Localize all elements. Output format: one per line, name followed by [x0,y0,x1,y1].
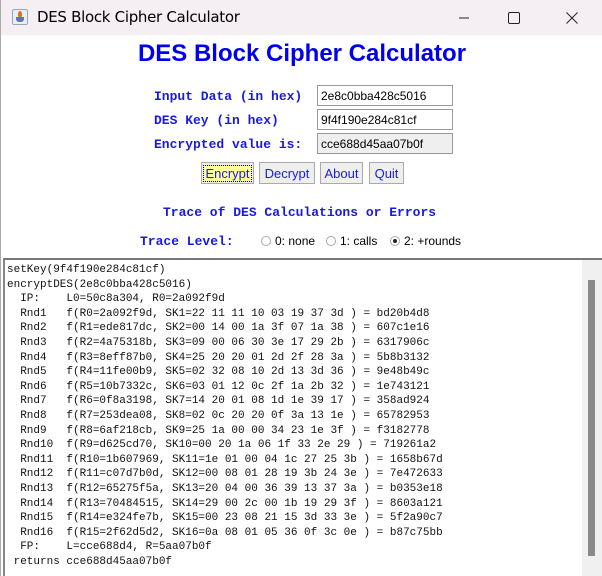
vertical-scrollbar[interactable] [582,260,602,576]
app-window: DES Block Cipher Calculator DES Block Ci… [0,0,602,576]
scrollbar-thumb[interactable] [588,280,595,556]
des-key-field[interactable] [317,109,453,130]
input-data-label: Input Data (in hex) [154,89,303,104]
trace-line: Rnd5 f(R4=11fe00b9, SK5=02 32 08 10 2d 1… [20,366,430,379]
des-key-label: DES Key (in hex) [154,113,279,128]
trace-line: Rnd8 f(R7=253dea08, SK8=02 0c 20 20 0f 3… [20,409,430,422]
trace-line: IP: L0=50c8a304, R0=2a092f9d [20,293,225,306]
encrypted-value-field[interactable] [317,133,453,154]
trace-level-label: Trace Level: [140,234,234,249]
trace-line: Rnd11 f(R10=1b607969, SK11=1e 01 00 04 1… [20,453,443,466]
trace-line: Rnd6 f(R5=10b7332c, SK6=03 01 12 0c 2f 1… [20,380,430,393]
about-button[interactable]: About [320,162,363,184]
trace-level-radio-rounds[interactable]: 2: +rounds [390,234,461,248]
input-data-field[interactable] [317,85,453,106]
radio-button-selected-icon[interactable] [390,236,400,246]
trace-line: Rnd4 f(R3=8eff87b0, SK4=25 20 20 01 2d 2… [20,351,430,364]
trace-line: Rnd1 f(R0=2a092f9d, SK1=22 11 11 10 03 1… [20,307,430,320]
encrypt-button[interactable]: Encrypt [201,162,254,184]
trace-line: Rnd9 f(R8=6af218cb, SK9=25 1a 00 00 34 2… [20,424,430,437]
trace-line: FP: L=cce688d4, R=5aa07b0f [20,541,212,554]
java-app-icon [12,9,28,25]
encrypt-button-label: Encrypt [203,164,252,182]
trace-line: returns cce688d45aa07b0f [7,555,173,568]
trace-line: encryptDES(2e8c0bba428c5016) [7,278,192,291]
trace-line: Rnd15 f(R14=e324fe7b, SK15=00 23 08 21 1… [20,512,443,525]
trace-level-option-label: 0: none [275,234,316,248]
decrypt-button-label: Decrypt [264,165,310,181]
trace-level-radio-none[interactable]: 0: none [261,234,315,248]
maximize-button[interactable] [491,0,537,35]
trace-line: Rnd12 f(R11=c07d7b0d, SK12=00 08 01 28 1… [20,468,443,481]
radio-button-icon[interactable] [326,236,336,246]
close-icon [566,11,578,24]
minimize-icon [459,17,469,18]
trace-output-area[interactable]: setKey(9f4f190e284c81cf) encryptDES(2e8c… [3,258,602,576]
about-button-label: About [324,165,359,181]
decrypt-button[interactable]: Decrypt [259,162,315,184]
trace-level-option-label: 2: +rounds [404,234,462,248]
trace-level-option-label: 1: calls [340,234,378,248]
quit-button[interactable]: Quit [369,162,404,184]
maximize-icon [508,11,520,24]
radio-button-icon[interactable] [261,236,271,246]
trace-line: Rnd3 f(R2=4a75318b, SK3=09 00 06 30 3e 1… [20,336,430,349]
encrypted-value-label: Encrypted value is: [154,137,303,152]
trace-log: setKey(9f4f190e284c81cf) encryptDES(2e8c… [7,263,443,569]
trace-line: Rnd2 f(R1=ede817dc, SK2=00 14 00 1a 3f 0… [20,322,430,335]
trace-line: Rnd14 f(R13=70484515, SK14=29 00 2c 00 1… [20,497,443,510]
minimize-button[interactable] [441,0,487,35]
trace-line: Rnd10 f(R9=d625cd70, SK10=00 20 1a 06 1f… [20,439,437,452]
trace-level-radio-calls[interactable]: 1: calls [326,234,377,248]
page-title: DES Block Cipher Calculator [137,40,467,67]
trace-heading: Trace of DES Calculations or Errors [163,205,437,220]
trace-line: Rnd7 f(R6=0f8a3198, SK7=14 20 01 08 1d 1… [20,395,430,408]
close-button[interactable] [549,0,595,35]
trace-line: Rnd13 f(R12=65275f5a, SK13=20 04 00 36 3… [20,482,443,495]
quit-button-label: Quit [374,165,399,181]
trace-line: Rnd16 f(R15=2f62d5d2, SK16=0a 08 01 05 3… [20,526,443,539]
window-title: DES Block Cipher Calculator [37,8,240,26]
trace-line: setKey(9f4f190e284c81cf) [7,264,166,276]
title-bar: DES Block Cipher Calculator [1,0,602,35]
